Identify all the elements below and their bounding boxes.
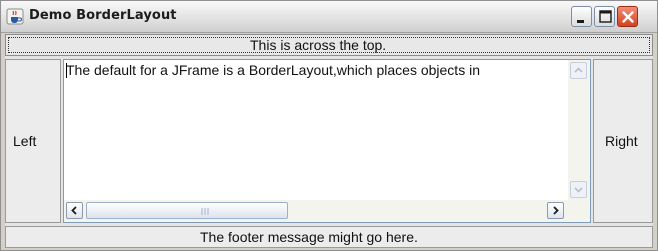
scroll-left-arrow-icon bbox=[71, 206, 77, 215]
minimize-icon bbox=[577, 20, 584, 23]
east-label: Right bbox=[605, 133, 638, 149]
scroll-up-button[interactable] bbox=[570, 62, 587, 79]
minimize-button[interactable] bbox=[571, 6, 592, 27]
scroll-corner bbox=[568, 200, 590, 222]
north-label: This is across the top. bbox=[250, 37, 387, 53]
vertical-scrollbar[interactable] bbox=[568, 60, 590, 200]
close-icon bbox=[622, 11, 634, 23]
horizontal-scrollbar[interactable] bbox=[64, 200, 568, 222]
center-text-area-scroll-pane[interactable]: The default for a JFrame is a BorderLayo… bbox=[63, 59, 591, 223]
app-window: Demo BorderLayout This is across the top… bbox=[0, 0, 658, 251]
scroll-down-arrow-icon bbox=[574, 187, 583, 193]
java-coffee-cup-icon[interactable] bbox=[6, 8, 24, 25]
horizontal-scroll-thumb[interactable] bbox=[86, 202, 288, 219]
scroll-left-button[interactable] bbox=[66, 202, 83, 219]
south-button[interactable]: The footer message might go here. bbox=[5, 226, 653, 248]
north-button[interactable]: This is across the top. bbox=[5, 34, 653, 56]
text-area-content: The default for a JFrame is a BorderLayo… bbox=[66, 62, 480, 78]
scroll-up-arrow-icon bbox=[574, 67, 583, 73]
text-area[interactable]: The default for a JFrame is a BorderLayo… bbox=[66, 62, 566, 196]
title-bar[interactable]: Demo BorderLayout bbox=[1, 1, 657, 33]
south-label: The footer message might go here. bbox=[200, 229, 418, 245]
text-caret bbox=[66, 63, 67, 78]
scroll-right-arrow-icon bbox=[553, 206, 559, 215]
scroll-right-button[interactable] bbox=[547, 202, 564, 219]
west-button[interactable]: Left bbox=[5, 59, 61, 223]
west-label: Left bbox=[13, 133, 37, 149]
window-title: Demo BorderLayout bbox=[29, 8, 177, 23]
close-button[interactable] bbox=[617, 6, 638, 27]
thumb-grip-icon bbox=[201, 208, 209, 215]
scroll-down-button[interactable] bbox=[570, 181, 587, 198]
east-button[interactable]: Right bbox=[593, 59, 653, 223]
maximize-button[interactable] bbox=[594, 6, 615, 27]
content-pane: This is across the top. Left The default… bbox=[5, 34, 653, 248]
maximize-icon bbox=[599, 10, 612, 23]
